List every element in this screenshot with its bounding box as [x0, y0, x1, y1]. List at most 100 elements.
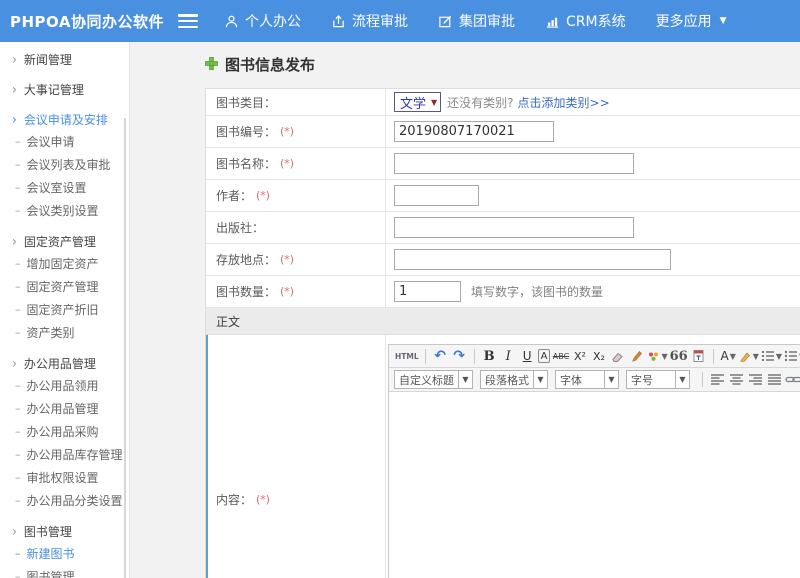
- underline-button[interactable]: U: [519, 347, 536, 365]
- field-label: 图书编号：: [216, 123, 276, 140]
- quantity-hint: 填写数字，该图书的数量: [471, 283, 603, 300]
- sidebar-item-fixed-asset-depreciation[interactable]: –固定资产折旧: [0, 298, 129, 321]
- plus-icon: [205, 56, 218, 74]
- menu-toggle-icon[interactable]: [178, 14, 198, 28]
- group-approval-icon: [438, 14, 453, 29]
- sidebar-item-supplies-category-settings[interactable]: –办公用品分类设置: [0, 489, 129, 512]
- form-row-location: 存放地点： (*): [206, 244, 800, 276]
- top-menu: 个人办公 流程审批 集团审批 CRM系统 更多应用: [224, 11, 727, 31]
- editor-toolbar-row1: HTML ↶ ↷ B I U A ABC X² X₂: [389, 345, 800, 368]
- redo-icon[interactable]: ↷: [451, 347, 468, 365]
- field-label: 出版社：: [216, 219, 264, 236]
- dash-icon: –: [15, 402, 21, 415]
- person-icon: [224, 14, 239, 29]
- autotypeset-button[interactable]: A: [538, 349, 551, 363]
- sidebar-item-fixed-assets[interactable]: ›固定资产管理: [0, 230, 129, 252]
- required-mark: (*): [280, 285, 294, 298]
- format-brush-icon[interactable]: [628, 347, 645, 365]
- editor-content-area[interactable]: [389, 392, 800, 578]
- required-mark: (*): [256, 189, 270, 202]
- sidebar-item-events-management[interactable]: ›大事记管理: [0, 78, 129, 100]
- required-mark: (*): [280, 125, 294, 138]
- topbar: PHPOA协同办公软件 个人办公 流程审批 集团审批: [0, 0, 800, 42]
- font-size-select[interactable]: 字号 ▼: [626, 370, 690, 389]
- sidebar-item-meeting-category-settings[interactable]: –会议类别设置: [0, 199, 129, 222]
- sidebar-item-supplies-purchase[interactable]: –办公用品采购: [0, 420, 129, 443]
- chevron-down-icon: ▼: [533, 371, 547, 388]
- sidebar-item-new-book[interactable]: –新建图书: [0, 542, 129, 565]
- undo-icon[interactable]: ↶: [432, 347, 449, 365]
- color-palette-icon[interactable]: ▼: [647, 347, 667, 365]
- sidebar-item-add-fixed-asset[interactable]: –增加固定资产: [0, 252, 129, 275]
- sidebar-item-meeting-apply[interactable]: –会议申请: [0, 130, 129, 153]
- ordered-list-button[interactable]: ▼: [761, 347, 782, 365]
- align-right-button[interactable]: [747, 371, 764, 389]
- font-family-select[interactable]: 字体 ▼: [555, 370, 619, 389]
- strikethrough-button[interactable]: ABC: [552, 347, 569, 365]
- category-select[interactable]: 文学 ▼: [394, 92, 441, 112]
- subscript-button[interactable]: X₂: [590, 347, 607, 365]
- no-category-text: 还没有类别?: [447, 94, 513, 111]
- chevron-right-icon: ›: [12, 523, 17, 540]
- align-justify-button[interactable]: [766, 371, 783, 389]
- sidebar-item-book-management-sub[interactable]: –图书管理: [0, 565, 129, 578]
- dash-icon: –: [15, 494, 21, 507]
- italic-button[interactable]: I: [500, 347, 517, 365]
- html-source-button[interactable]: HTML: [395, 347, 419, 365]
- sidebar-item-meeting-application[interactable]: ›会议申请及安排: [0, 108, 129, 130]
- dash-icon: –: [15, 448, 21, 461]
- book-name-input[interactable]: [394, 153, 634, 174]
- process-approval-icon: [331, 14, 346, 29]
- menu-group-approval[interactable]: 集团审批: [438, 11, 515, 31]
- sidebar-item-fixed-asset-management[interactable]: –固定资产管理: [0, 275, 129, 298]
- paragraph-format-select[interactable]: 段落格式 ▼: [480, 370, 548, 389]
- location-input[interactable]: [394, 249, 671, 270]
- align-center-button[interactable]: [728, 371, 745, 389]
- main-content: 图书信息发布 图书类目： 文学 ▼ 还没有类别? 点击添加类别>>: [130, 42, 800, 578]
- menu-crm[interactable]: CRM系统: [545, 11, 626, 31]
- sidebar-item-supplies-receive[interactable]: –办公用品领用: [0, 374, 129, 397]
- unordered-list-button[interactable]: ▼: [784, 347, 800, 365]
- sidebar-item-office-supplies[interactable]: ›办公用品管理: [0, 352, 129, 374]
- eraser-icon[interactable]: [609, 347, 626, 365]
- bold-button[interactable]: B: [481, 347, 498, 365]
- sidebar-scrollbar[interactable]: [124, 118, 126, 578]
- form-row-publisher: 出版社：: [206, 212, 800, 244]
- chevron-down-icon: ▼: [753, 352, 759, 361]
- chevron-down-icon: ▼: [730, 352, 736, 361]
- page-title: 图书信息发布: [205, 54, 315, 75]
- superscript-button[interactable]: X²: [571, 347, 588, 365]
- sidebar-item-book-management[interactable]: ›图书管理: [0, 520, 129, 542]
- chevron-down-icon: ▼: [431, 98, 437, 107]
- align-left-button[interactable]: [709, 371, 726, 389]
- sidebar-item-supplies-management[interactable]: –办公用品管理: [0, 397, 129, 420]
- sidebar-item-approval-permission-settings[interactable]: –审批权限设置: [0, 466, 129, 489]
- font-color-button[interactable]: A ▼: [720, 347, 737, 365]
- dash-icon: –: [15, 570, 21, 578]
- add-category-link[interactable]: 点击添加类别>>: [518, 94, 610, 111]
- publisher-input[interactable]: [394, 217, 634, 238]
- app-logo: PHPOA协同办公软件: [10, 11, 178, 32]
- link-button[interactable]: [785, 371, 800, 389]
- sidebar-item-news-management[interactable]: ›新闻管理: [0, 48, 129, 70]
- sidebar-item-asset-category[interactable]: –资产类别: [0, 321, 129, 344]
- sidebar-item-meeting-room-settings[interactable]: –会议室设置: [0, 176, 129, 199]
- sidebar-item-supplies-inventory[interactable]: –办公用品库存管理: [0, 443, 129, 466]
- blockquote-button[interactable]: 66: [670, 347, 688, 365]
- sidebar-item-meeting-list-approval[interactable]: –会议列表及审批: [0, 153, 129, 176]
- chevron-down-icon: ▼: [776, 352, 782, 361]
- menu-more-apps[interactable]: 更多应用 ▼: [656, 11, 727, 31]
- chevron-down-icon: ▼: [720, 16, 727, 26]
- field-label: 存放地点：: [216, 251, 276, 268]
- author-input[interactable]: [394, 185, 479, 206]
- custom-heading-select[interactable]: 自定义标题 ▼: [394, 370, 473, 389]
- quantity-input[interactable]: [394, 281, 461, 302]
- highlight-pen-icon[interactable]: ▼: [739, 347, 759, 365]
- menu-process-approval[interactable]: 流程审批: [331, 11, 408, 31]
- paste-icon[interactable]: [690, 347, 707, 365]
- dash-icon: –: [15, 326, 21, 339]
- dash-icon: –: [15, 379, 21, 392]
- dash-icon: –: [15, 547, 21, 560]
- book-number-input[interactable]: [394, 121, 554, 142]
- menu-personal-office[interactable]: 个人办公: [224, 11, 301, 31]
